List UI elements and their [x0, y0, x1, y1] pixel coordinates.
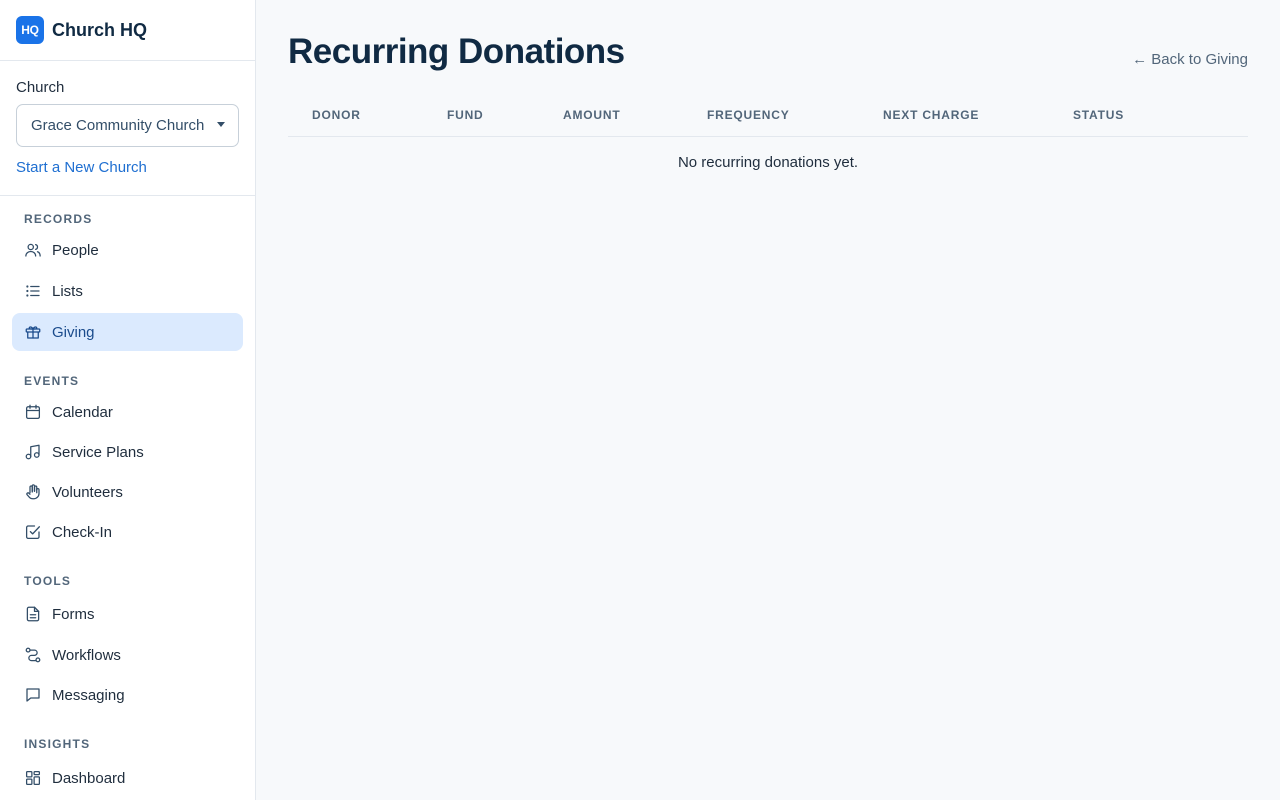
message-icon [24, 686, 42, 704]
sidebar-item-forms[interactable]: Forms [12, 595, 243, 633]
sidebar-item-label: Workflows [52, 646, 121, 664]
nav-section-events: EVENTS Calendar Service Plans Volunteers… [0, 351, 255, 551]
workflow-icon [24, 646, 42, 664]
sidebar-item-volunteers[interactable]: Volunteers [12, 473, 243, 511]
sidebar-item-label: Giving [52, 323, 95, 341]
nav-section-insights: INSIGHTS Dashboard [0, 714, 255, 797]
document-icon [24, 605, 42, 623]
sidebar-item-label: Messaging [52, 686, 125, 704]
sidebar-item-lists[interactable]: Lists [12, 272, 243, 310]
nav-heading-tools: TOOLS [24, 574, 72, 588]
sidebar-item-people[interactable]: People [12, 231, 243, 269]
sidebar-item-calendar[interactable]: Calendar [12, 393, 243, 431]
brand-header: HQ Church HQ [0, 0, 255, 61]
nav-heading-insights: INSIGHTS [24, 737, 91, 751]
sidebar-item-label: Calendar [52, 403, 113, 421]
church-select[interactable]: Grace Community Church [16, 104, 239, 147]
sidebar-item-workflows[interactable]: Workflows [12, 636, 243, 674]
sidebar-item-service-plans[interactable]: Service Plans [12, 433, 243, 471]
empty-state-message: No recurring donations yet. [677, 154, 859, 171]
sidebar-item-label: Check-In [52, 523, 113, 541]
church-selector-block: Church Grace Community Church Start a Ne… [0, 61, 255, 196]
sidebar-item-label: Service Plans [52, 443, 144, 461]
table-header: DONOR FUND AMOUNT FREQUENCY NEXT CHARGE … [288, 97, 1248, 137]
recurring-donations-table: DONOR FUND AMOUNT FREQUENCY NEXT CHARGE … [288, 97, 1248, 171]
church-select-value: Grace Community Church [31, 117, 205, 134]
column-header-donor[interactable]: DONOR [312, 97, 361, 133]
users-icon [24, 241, 42, 259]
column-header-frequency[interactable]: FREQUENCY [707, 97, 790, 133]
sidebar: HQ Church HQ Church Grace Community Chur… [0, 0, 256, 800]
back-to-giving-link[interactable]: ← Back to Giving [1132, 50, 1248, 70]
chevron-down-icon [217, 122, 225, 127]
nav-section-tools: TOOLS Forms Workflows Messaging [0, 551, 255, 714]
sidebar-item-messaging[interactable]: Messaging [12, 676, 243, 714]
check-square-icon [24, 523, 42, 541]
calendar-icon [24, 403, 42, 421]
column-header-next-charge[interactable]: NEXT CHARGE [883, 97, 979, 133]
page-title: Recurring Donations [288, 32, 625, 71]
brand-name[interactable]: Church HQ [52, 20, 147, 41]
start-new-church-link[interactable]: Start a New Church [16, 159, 239, 176]
column-header-fund[interactable]: FUND [447, 97, 484, 133]
sidebar-item-dashboard[interactable]: Dashboard [12, 759, 243, 797]
dashboard-icon [24, 769, 42, 787]
nav-heading-records: RECORDS [24, 212, 93, 226]
column-header-status[interactable]: STATUS [1073, 97, 1124, 133]
church-label: Church [16, 79, 65, 96]
music-note-icon [24, 443, 42, 461]
sidebar-item-label: Volunteers [52, 483, 123, 501]
sidebar-item-label: Dashboard [52, 769, 126, 787]
sidebar-item-label: Forms [52, 605, 95, 623]
sidebar-item-check-in[interactable]: Check-In [12, 513, 243, 551]
nav-section-records: RECORDS People Lists Giving [0, 196, 255, 351]
hand-icon [24, 483, 42, 501]
sidebar-item-label: Lists [52, 282, 83, 300]
list-icon [24, 282, 42, 300]
nav-heading-events: EVENTS [24, 374, 80, 388]
sidebar-item-label: People [52, 241, 99, 259]
gift-icon [24, 323, 42, 341]
sidebar-item-giving[interactable]: Giving [12, 313, 243, 351]
brand-logo[interactable]: HQ [16, 16, 44, 44]
column-header-amount[interactable]: AMOUNT [563, 97, 620, 133]
main-content: Recurring Donations ← Back to Giving DON… [256, 0, 1280, 800]
